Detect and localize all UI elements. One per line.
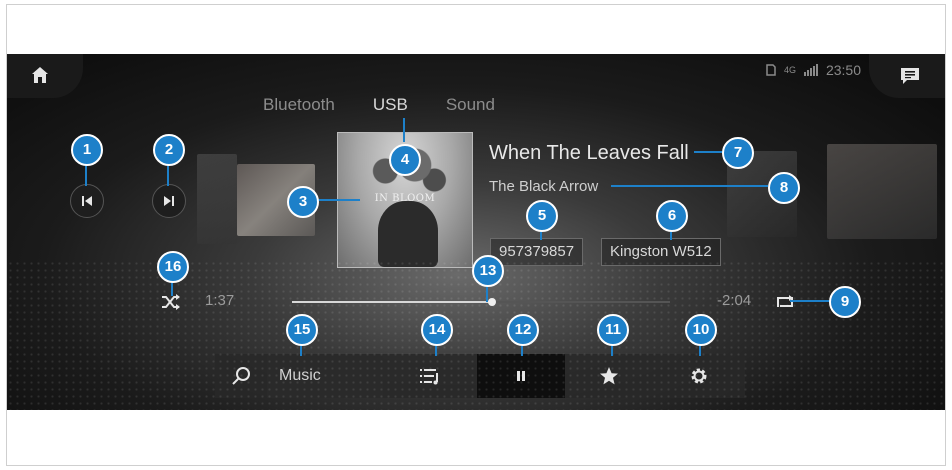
callout-leader-lines [85, 118, 830, 356]
callout-7: 7 [722, 137, 754, 169]
callout-9: 9 [829, 286, 861, 318]
callout-1: 1 [71, 134, 103, 166]
callout-16: 16 [157, 251, 189, 283]
callout-13: 13 [472, 255, 504, 287]
callout-15: 15 [286, 314, 318, 346]
callout-2: 2 [153, 134, 185, 166]
callout-12: 12 [507, 314, 539, 346]
callout-5: 5 [526, 200, 558, 232]
callout-6: 6 [656, 200, 688, 232]
callout-3: 3 [287, 186, 319, 218]
callout-8: 8 [768, 172, 800, 204]
callout-10: 10 [685, 314, 717, 346]
callout-14: 14 [421, 314, 453, 346]
callout-4: 4 [389, 144, 421, 176]
callout-11: 11 [597, 314, 629, 346]
